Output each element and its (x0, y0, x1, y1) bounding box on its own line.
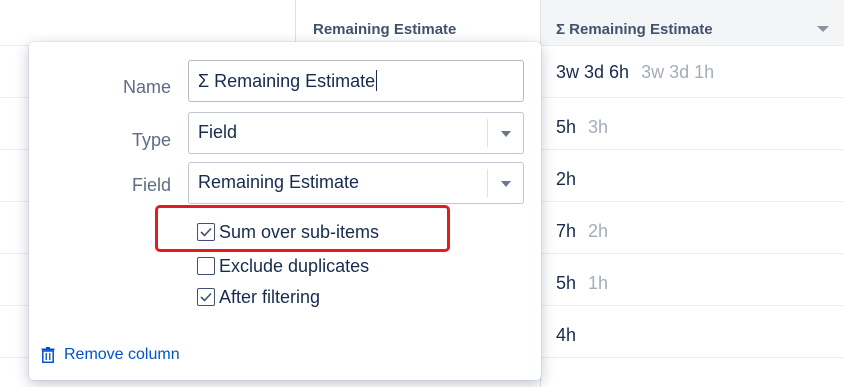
cell-primary-value: 3w 3d 6h (556, 62, 630, 82)
cell-primary-value: 7h (556, 221, 577, 241)
cell-primary-value: 2h (556, 169, 577, 189)
table-cell: 2h (556, 169, 576, 190)
column-header-label: Σ Remaining Estimate (556, 21, 713, 38)
name-input[interactable]: Σ Remaining Estimate (188, 60, 524, 102)
cell-secondary-value: 1h (588, 273, 609, 293)
field-select-value: Remaining Estimate (198, 172, 360, 192)
column-header-label: Remaining Estimate (313, 21, 457, 38)
column-settings-popup: Name Σ Remaining Estimate Type Field Fie… (29, 42, 541, 380)
chevron-down-icon[interactable] (501, 181, 511, 187)
field-select[interactable]: Remaining Estimate (188, 162, 524, 204)
checkbox-unchecked[interactable] (197, 257, 215, 275)
select-divider (487, 169, 488, 197)
cell-primary-value: 5h (556, 117, 577, 137)
cell-secondary-value: 3h (588, 117, 609, 137)
highlight-annotation (155, 205, 450, 252)
cell-secondary-value: 3w 3d 1h (641, 62, 715, 82)
type-select[interactable]: Field (188, 112, 524, 154)
trash-icon (41, 347, 55, 363)
after-filtering-checkbox[interactable]: After filtering (197, 285, 320, 309)
checkbox-checked[interactable] (197, 288, 215, 306)
remove-column-label: Remove column (64, 346, 180, 363)
exclude-duplicates-checkbox[interactable]: Exclude duplicates (197, 254, 369, 278)
table-cell: 5h 3h (556, 117, 608, 138)
checkbox-label: Exclude duplicates (219, 255, 370, 276)
type-select-value: Field (198, 122, 238, 142)
table-cell: 4h (556, 325, 576, 346)
column-header-remaining-estimate[interactable]: Remaining Estimate (296, 0, 536, 45)
cell-primary-value: 5h (556, 273, 577, 293)
table-cell: 7h 2h (556, 221, 608, 242)
type-label: Type (131, 130, 171, 150)
table-cell: 3w 3d 6h 3w 3d 1h (556, 62, 714, 83)
cell-primary-value: 4h (556, 325, 577, 345)
name-label: Name (122, 77, 171, 97)
checkbox-label: After filtering (219, 286, 321, 307)
chevron-down-icon[interactable] (501, 131, 511, 137)
select-divider (487, 119, 488, 147)
cell-secondary-value: 2h (588, 221, 609, 241)
name-input-value: Σ Remaining Estimate (198, 71, 376, 91)
table-cell: 5h 1h (556, 273, 608, 294)
chevron-down-icon[interactable] (817, 26, 829, 32)
checkmark-icon (200, 292, 212, 302)
text-caret (376, 70, 378, 91)
remove-column-button[interactable]: Remove column (41, 346, 180, 364)
column-header-sum-remaining-estimate[interactable]: Σ Remaining Estimate (541, 0, 844, 45)
field-label: Field (131, 175, 171, 195)
